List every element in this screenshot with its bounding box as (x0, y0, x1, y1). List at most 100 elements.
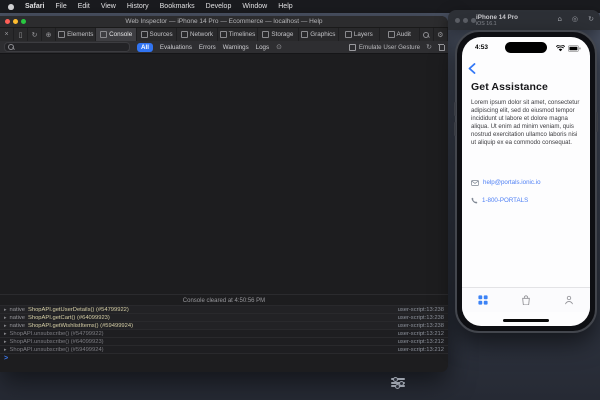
device-icon[interactable]: ▯ (14, 28, 28, 41)
battery-icon (568, 45, 581, 52)
screenshot-icon[interactable]: ◎ (572, 15, 578, 23)
disclosure-triangle-icon[interactable]: ▸ (4, 315, 7, 321)
apps-grid-tab-icon[interactable] (478, 295, 488, 305)
settings-gear-icon[interactable]: ⚙ (434, 28, 448, 41)
menu-safari[interactable]: Safari (25, 3, 44, 10)
simulator-os-subtitle: iOS 16.1 (476, 21, 497, 27)
sim-minimize-button[interactable] (463, 18, 468, 23)
disclosure-triangle-icon[interactable]: ▸ (4, 307, 7, 313)
emulate-user-gesture-toggle[interactable]: Emulate User Gesture (348, 43, 420, 51)
phone-screen: 4:53 Get Assistance Lorem ipsum dolor si… (462, 37, 590, 326)
console-settings-icon[interactable]: ⊙ (276, 43, 282, 51)
timelines-icon (219, 31, 227, 38)
console-icon (100, 31, 108, 38)
scope-logs[interactable]: Logs (256, 44, 269, 51)
storage-icon (262, 31, 270, 38)
tab-elements[interactable]: Elements (56, 28, 97, 41)
log-source-link[interactable]: user-script:13:212 (398, 347, 444, 353)
tab-network[interactable]: Network (177, 28, 218, 41)
console-filter-input[interactable] (4, 42, 130, 52)
network-icon (180, 31, 188, 38)
tab-audit[interactable]: Audit (380, 28, 420, 41)
tab-layers[interactable]: Layers (339, 28, 380, 41)
menu-history[interactable]: History (127, 3, 149, 10)
scope-all[interactable]: All (137, 42, 153, 52)
log-row[interactable]: ▸ native ShopAPI.getUserDetails() (#5479… (0, 305, 448, 313)
tab-graphics[interactable]: Graphics (299, 28, 340, 41)
tab-sources[interactable]: Sources (137, 28, 178, 41)
page-title: Get Assistance (471, 81, 548, 93)
disclosure-triangle-icon[interactable]: ▸ (4, 331, 7, 337)
clear-console-reload-icon[interactable]: ↻ (426, 43, 432, 51)
menu-edit[interactable]: Edit (78, 3, 90, 10)
scope-warnings[interactable]: Warnings (223, 44, 249, 51)
log-row[interactable]: ▸ ShopAPI.unsubscribe() (#59499924) user… (0, 345, 448, 353)
back-button[interactable] (468, 61, 476, 79)
search-icon[interactable] (420, 28, 434, 41)
scope-errors[interactable]: Errors (199, 44, 216, 51)
menu-bookmarks[interactable]: Bookmarks (160, 3, 195, 10)
scope-evaluations[interactable]: Evaluations (160, 44, 192, 51)
console-output-area[interactable] (0, 54, 448, 294)
inspector-tab-bar: × ▯ ↻ ⊕ Elements Console Sources Network… (0, 28, 448, 41)
tab-storage[interactable]: Storage (258, 28, 299, 41)
wifi-icon (556, 45, 565, 52)
log-source-link[interactable]: user-script:13:212 (398, 339, 444, 345)
assistance-body-text: Lorem ipsum dolor sit amet, consectetur … (471, 99, 580, 147)
menu-develop[interactable]: Develop (206, 3, 232, 10)
log-source-link[interactable]: user-script:13:238 (398, 307, 444, 313)
log-row[interactable]: ▸ native ShopAPI.getCart() (#64099923) u… (0, 313, 448, 321)
profile-tab-icon[interactable] (564, 295, 574, 305)
close-inspector-icon[interactable]: × (0, 28, 14, 41)
tab-timelines[interactable]: Timelines (218, 28, 259, 41)
sources-icon (140, 31, 148, 38)
desktop: Safari File Edit View History Bookmarks … (0, 0, 600, 400)
console-prompt[interactable]: > (0, 353, 448, 362)
rotate-icon[interactable]: ↻ (588, 15, 594, 23)
status-bar-icons (556, 45, 581, 52)
disclosure-triangle-icon[interactable]: ▸ (4, 347, 7, 353)
inspector-window-title: Web Inspector — iPhone 14 Pro — Ecommerc… (125, 18, 323, 25)
email-link-row[interactable]: help@portals.ionic.io (471, 179, 541, 186)
layers-icon (344, 31, 352, 38)
tab-console[interactable]: Console (96, 28, 137, 41)
menu-window[interactable]: Window (242, 3, 267, 10)
log-row[interactable]: ▸ ShopAPI.unsubscribe() (#54799922) user… (0, 329, 448, 337)
phone-tab-bar (462, 287, 590, 312)
checkbox-icon (348, 43, 356, 51)
disclosure-triangle-icon[interactable]: ▸ (4, 339, 7, 345)
graphics-icon (301, 31, 309, 38)
phone-link[interactable]: 1-800-PORTALS (482, 197, 528, 204)
filter-search-icon (8, 44, 14, 50)
simulator-window-titlebar: iPhone 14 Pro iOS 16.1 ⌂ ◎ ↻ (448, 10, 600, 30)
filter-sliders-icon[interactable] (391, 377, 405, 389)
audit-icon (387, 31, 395, 38)
reload-page-icon[interactable]: ↻ (28, 28, 42, 41)
dynamic-island (505, 42, 547, 53)
volume-down-button[interactable] (454, 122, 456, 136)
log-row[interactable]: ▸ native ShopAPI.getWishlistItems() (#59… (0, 321, 448, 329)
apple-menu-icon[interactable] (8, 3, 14, 10)
shopping-bag-tab-icon[interactable] (521, 295, 531, 305)
log-source-link[interactable]: user-script:13:238 (398, 315, 444, 321)
download-icon[interactable]: ⊕ (42, 28, 56, 41)
phone-link-row[interactable]: 1-800-PORTALS (471, 197, 528, 204)
log-row[interactable]: ▸ ShopAPI.unsubscribe() (#64099923) user… (0, 337, 448, 345)
email-link[interactable]: help@portals.ionic.io (483, 179, 541, 186)
disclosure-triangle-icon[interactable]: ▸ (4, 323, 7, 329)
menu-view[interactable]: View (101, 3, 116, 10)
trash-icon[interactable] (438, 44, 445, 51)
console-log-list: ▸ native ShopAPI.getUserDetails() (#5479… (0, 305, 448, 353)
menu-help[interactable]: Help (278, 3, 292, 10)
log-source-link[interactable]: user-script:13:238 (398, 323, 444, 329)
web-inspector-window: Web Inspector — iPhone 14 Pro — Ecommerc… (0, 16, 448, 372)
log-source-link[interactable]: user-script:13:212 (398, 331, 444, 337)
prompt-caret-icon: > (4, 354, 9, 362)
home-indicator[interactable] (503, 318, 549, 322)
power-button[interactable] (596, 112, 598, 132)
console-filter-bar: All Evaluations Errors Warnings Logs ⊙ E… (0, 41, 448, 54)
volume-up-button[interactable] (454, 102, 456, 116)
home-icon[interactable]: ⌂ (558, 15, 562, 23)
sim-close-button[interactable] (455, 18, 460, 23)
menu-file[interactable]: File (55, 3, 66, 10)
